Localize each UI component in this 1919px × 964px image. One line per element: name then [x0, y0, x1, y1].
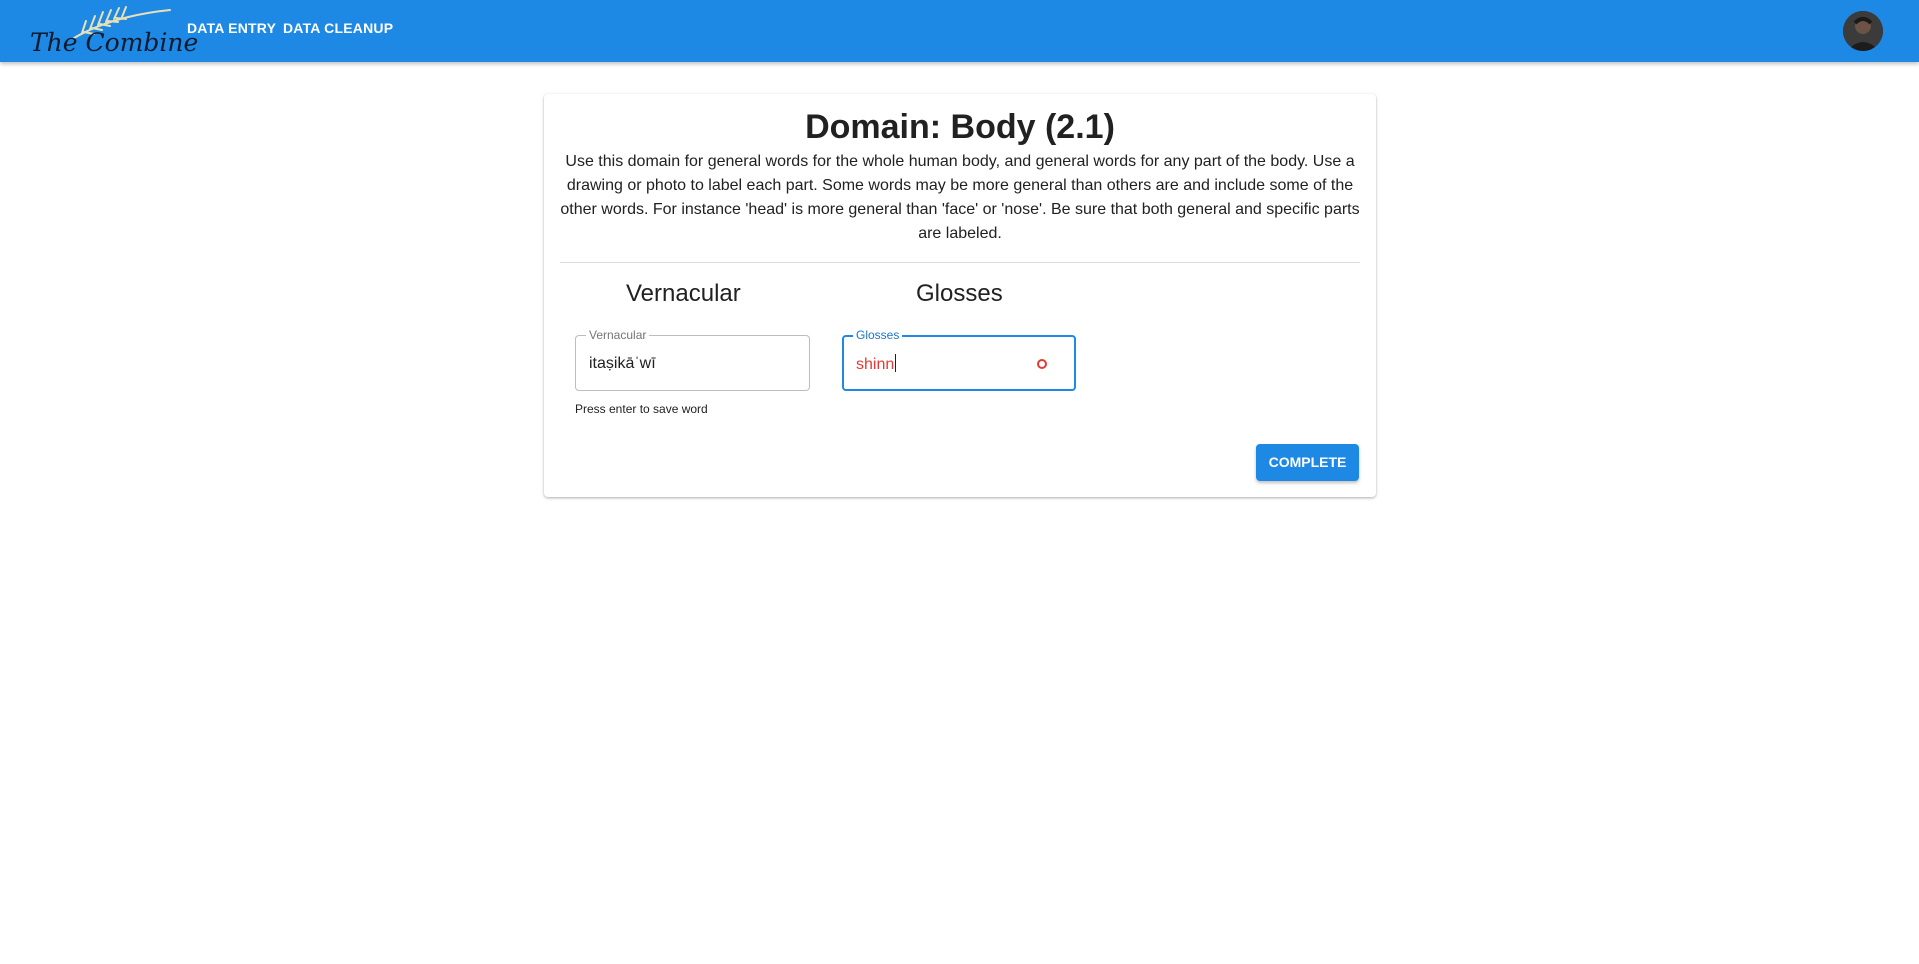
combine-logo[interactable]: The Combine: [28, 6, 198, 57]
glosses-input-value: shinn: [856, 356, 895, 373]
vernacular-column-header: Vernacular: [626, 280, 741, 307]
user-avatar[interactable]: [1843, 11, 1883, 51]
spellcheck-indicator-icon[interactable]: [1037, 359, 1047, 369]
nav-data-cleanup[interactable]: DATA CLEANUP: [283, 20, 393, 40]
glosses-field[interactable]: Glosses shinn: [842, 328, 1076, 391]
avatar-image: [1843, 11, 1883, 51]
logo-text: The Combine: [30, 28, 199, 57]
helper-text: Press enter to save word: [575, 402, 708, 416]
text-caret: [895, 354, 897, 372]
vernacular-field[interactable]: Vernacular itaṣikāˈwī: [575, 328, 810, 391]
app-bar: The Combine DATA ENTRY DATA CLEANUP: [0, 0, 1919, 62]
glosses-input[interactable]: shinn: [856, 354, 897, 375]
vernacular-input-value[interactable]: itaṣikāˈwī: [589, 354, 656, 374]
domain-card: Domain: Body (2.1) Use this domain for g…: [544, 94, 1376, 497]
vernacular-field-label: Vernacular: [586, 328, 650, 342]
divider: [560, 262, 1360, 263]
glosses-column-header: Glosses: [916, 280, 1003, 307]
nav-data-entry[interactable]: DATA ENTRY: [187, 20, 276, 40]
glosses-field-label: Glosses: [853, 328, 903, 342]
domain-title: Domain: Body (2.1): [805, 108, 1115, 146]
domain-description: Use this domain for general words for th…: [560, 153, 1360, 242]
complete-button[interactable]: COMPLETE: [1256, 444, 1359, 481]
